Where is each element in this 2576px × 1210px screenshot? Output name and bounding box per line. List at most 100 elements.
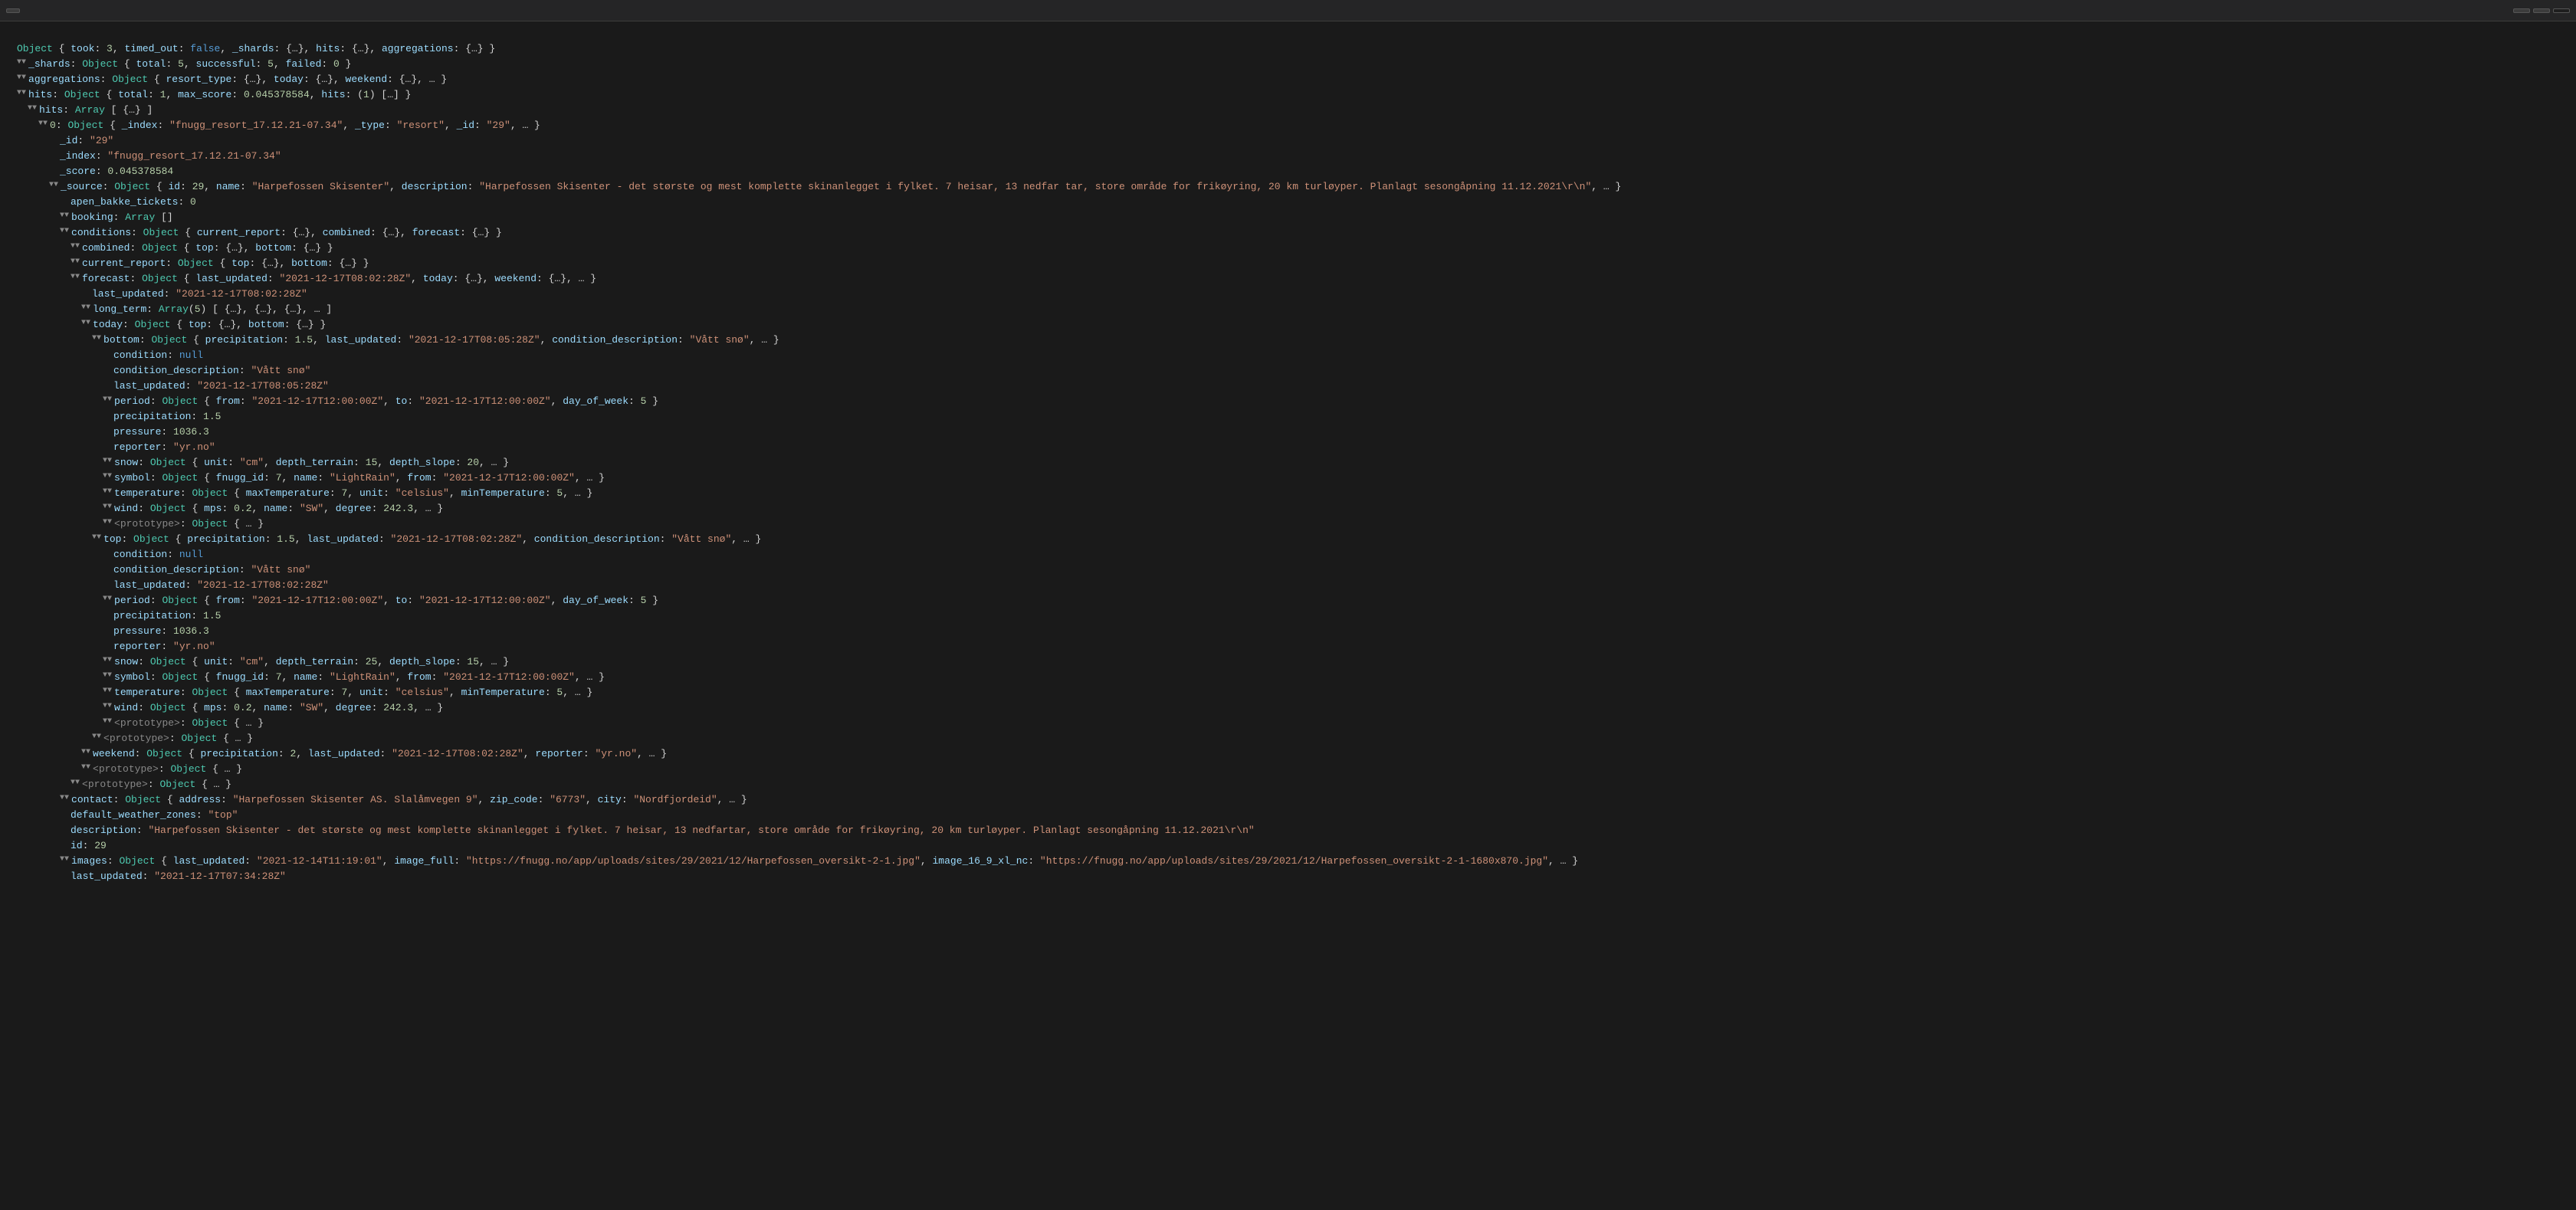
line-content: combined: Object { top: {…}, bottom: {…}… <box>82 241 2570 256</box>
expand-arrow[interactable]: ▼ <box>49 179 58 191</box>
line-content: symbol: Object { fnugg_id: 7, name: "Lig… <box>114 670 2570 685</box>
expand-arrow[interactable]: ▼ <box>38 118 48 130</box>
output-line: ▼0: Object { _index: "fnugg_resort_17.12… <box>6 118 2570 133</box>
output-line: last_updated: "2021-12-17T08:02:28Z" <box>6 287 2570 302</box>
line-content: forecast: Object { last_updated: "2021-1… <box>82 271 2570 287</box>
expand-arrow[interactable]: ▼ <box>103 716 112 727</box>
output-line: condition: null <box>6 547 2570 562</box>
expand-arrow[interactable]: ▼ <box>103 394 112 405</box>
output-line: last_updated: "2021-12-17T08:02:28Z" <box>6 578 2570 593</box>
expand-arrow[interactable]: ▼ <box>103 654 112 666</box>
expand-arrow[interactable]: ▼ <box>60 792 69 804</box>
line-content: Object { took: 3, timed_out: false, _sha… <box>17 41 2570 57</box>
line-content: precipitation: 1.5 <box>113 608 2570 624</box>
expand-arrow[interactable]: ▼ <box>103 455 112 467</box>
expand-arrow[interactable]: ▼ <box>71 271 80 283</box>
line-content: _source: Object { id: 29, name: "Harpefo… <box>61 179 2570 195</box>
line-content: images: Object { last_updated: "2021-12-… <box>71 854 2570 869</box>
output-line: ▼<prototype>: Object { … } <box>6 516 2570 532</box>
line-content: today: Object { top: {…}, bottom: {…} } <box>93 317 2570 333</box>
expand-arrow[interactable]: ▼ <box>103 685 112 697</box>
expand-arrow[interactable]: ▼ <box>71 777 80 789</box>
expand-arrow[interactable]: ▼ <box>103 670 112 681</box>
output-line: ▼symbol: Object { fnugg_id: 7, name: "Li… <box>6 670 2570 685</box>
output-line: ▼forecast: Object { last_updated: "2021-… <box>6 271 2570 287</box>
expand-arrow[interactable]: ▼ <box>28 103 37 114</box>
output-line: ▼top: Object { precipitation: 1.5, last_… <box>6 532 2570 547</box>
filter-output-button[interactable] <box>6 8 20 13</box>
output-line: ▼combined: Object { top: {…}, bottom: {…… <box>6 241 2570 256</box>
expand-arrow[interactable]: ▼ <box>81 302 90 313</box>
output-line: ▼current_report: Object { top: {…}, bott… <box>6 256 2570 271</box>
output-line: ▼hits: Object { total: 1, max_score: 0.0… <box>6 87 2570 103</box>
warnings-tab[interactable] <box>2533 8 2550 13</box>
output-line: ▼snow: Object { unit: "cm", depth_terrai… <box>6 654 2570 670</box>
output-line: precipitation: 1.5 <box>6 608 2570 624</box>
line-content: last_updated: "2021-12-17T08:02:28Z" <box>113 578 2570 593</box>
line-content: <prototype>: Object { … } <box>114 716 2570 731</box>
line-content: _index: "fnugg_resort_17.12.21-07.34" <box>60 149 2570 164</box>
output-line: ▼wind: Object { mps: 0.2, name: "SW", de… <box>6 501 2570 516</box>
line-content: contact: Object { address: "Harpefossen … <box>71 792 2570 808</box>
expand-arrow[interactable]: ▼ <box>17 87 26 99</box>
output-line: ▼today: Object { top: {…}, bottom: {…} } <box>6 317 2570 333</box>
line-content: reporter: "yr.no" <box>113 440 2570 455</box>
expand-arrow[interactable]: ▼ <box>103 471 112 482</box>
line-content: precipitation: 1.5 <box>113 409 2570 425</box>
line-content: booking: Array [] <box>71 210 2570 225</box>
output-line: apen_bakke_tickets: 0 <box>6 195 2570 210</box>
line-content: default_weather_zones: "top" <box>71 808 2570 823</box>
output-line: _index: "fnugg_resort_17.12.21-07.34" <box>6 149 2570 164</box>
output-line: id: 29 <box>6 838 2570 854</box>
expand-arrow[interactable]: ▼ <box>17 72 26 84</box>
line-content: symbol: Object { fnugg_id: 7, name: "Lig… <box>114 471 2570 486</box>
toolbar <box>0 0 2576 21</box>
errors-tab[interactable] <box>2513 8 2530 13</box>
output-line: ▼booking: Array [] <box>6 210 2570 225</box>
output-line: pressure: 1036.3 <box>6 624 2570 639</box>
expand-arrow[interactable]: ▼ <box>92 731 101 743</box>
line-content: snow: Object { unit: "cm", depth_terrain… <box>114 654 2570 670</box>
line-content: reporter: "yr.no" <box>113 639 2570 654</box>
expand-arrow[interactable]: ▼ <box>17 57 26 68</box>
output-line: last_updated: "2021-12-17T07:34:28Z" <box>6 869 2570 884</box>
expand-arrow[interactable]: ▼ <box>81 746 90 758</box>
line-content: last_updated: "2021-12-17T07:34:28Z" <box>71 869 2570 884</box>
expand-arrow[interactable]: ▼ <box>60 210 69 221</box>
output-line: ▼conditions: Object { current_report: {…… <box>6 225 2570 241</box>
output-line: ▼long_term: Array(5) [ {…}, {…}, {…}, … … <box>6 302 2570 317</box>
line-content: pressure: 1036.3 <box>113 425 2570 440</box>
output-line: ▼hits: Array [ {…} ] <box>6 103 2570 118</box>
logs-tab[interactable] <box>2553 8 2570 13</box>
output-line: ▼temperature: Object { maxTemperature: 7… <box>6 486 2570 501</box>
line-content: weekend: Object { precipitation: 2, last… <box>93 746 2570 762</box>
expand-arrow[interactable]: ▼ <box>103 486 112 497</box>
line-content: condition_description: "Vått snø" <box>113 562 2570 578</box>
line-content: snow: Object { unit: "cm", depth_terrain… <box>114 455 2570 471</box>
expand-arrow[interactable]: ▼ <box>103 700 112 712</box>
output-line: pressure: 1036.3 <box>6 425 2570 440</box>
expand-arrow[interactable]: ▼ <box>60 854 69 865</box>
expand-arrow[interactable]: ▼ <box>81 762 90 773</box>
output-area: Object { took: 3, timed_out: false, _sha… <box>0 21 2576 889</box>
expand-arrow[interactable]: ▼ <box>92 532 101 543</box>
line-content: hits: Object { total: 1, max_score: 0.04… <box>28 87 2570 103</box>
expand-arrow[interactable]: ▼ <box>81 317 90 329</box>
line-content: <prototype>: Object { … } <box>114 516 2570 532</box>
toolbar-left <box>6 8 20 13</box>
line-content: wind: Object { mps: 0.2, name: "SW", deg… <box>114 700 2570 716</box>
expand-arrow[interactable]: ▼ <box>92 333 101 344</box>
expand-arrow[interactable]: ▼ <box>71 256 80 267</box>
expand-arrow[interactable]: ▼ <box>60 225 69 237</box>
line-content: description: "Harpefossen Skisenter - de… <box>71 823 2570 838</box>
expand-arrow[interactable]: ▼ <box>103 501 112 513</box>
line-content: temperature: Object { maxTemperature: 7,… <box>114 685 2570 700</box>
output-line: ▼period: Object { from: "2021-12-17T12:0… <box>6 394 2570 409</box>
expand-arrow[interactable]: ▼ <box>103 516 112 528</box>
expand-arrow[interactable]: ▼ <box>103 593 112 605</box>
line-content: <prototype>: Object { … } <box>82 777 2570 792</box>
expand-arrow[interactable]: ▼ <box>71 241 80 252</box>
output-line: condition_description: "Vått snø" <box>6 562 2570 578</box>
output-line: ▼<prototype>: Object { … } <box>6 777 2570 792</box>
line-content: condition: null <box>113 547 2570 562</box>
